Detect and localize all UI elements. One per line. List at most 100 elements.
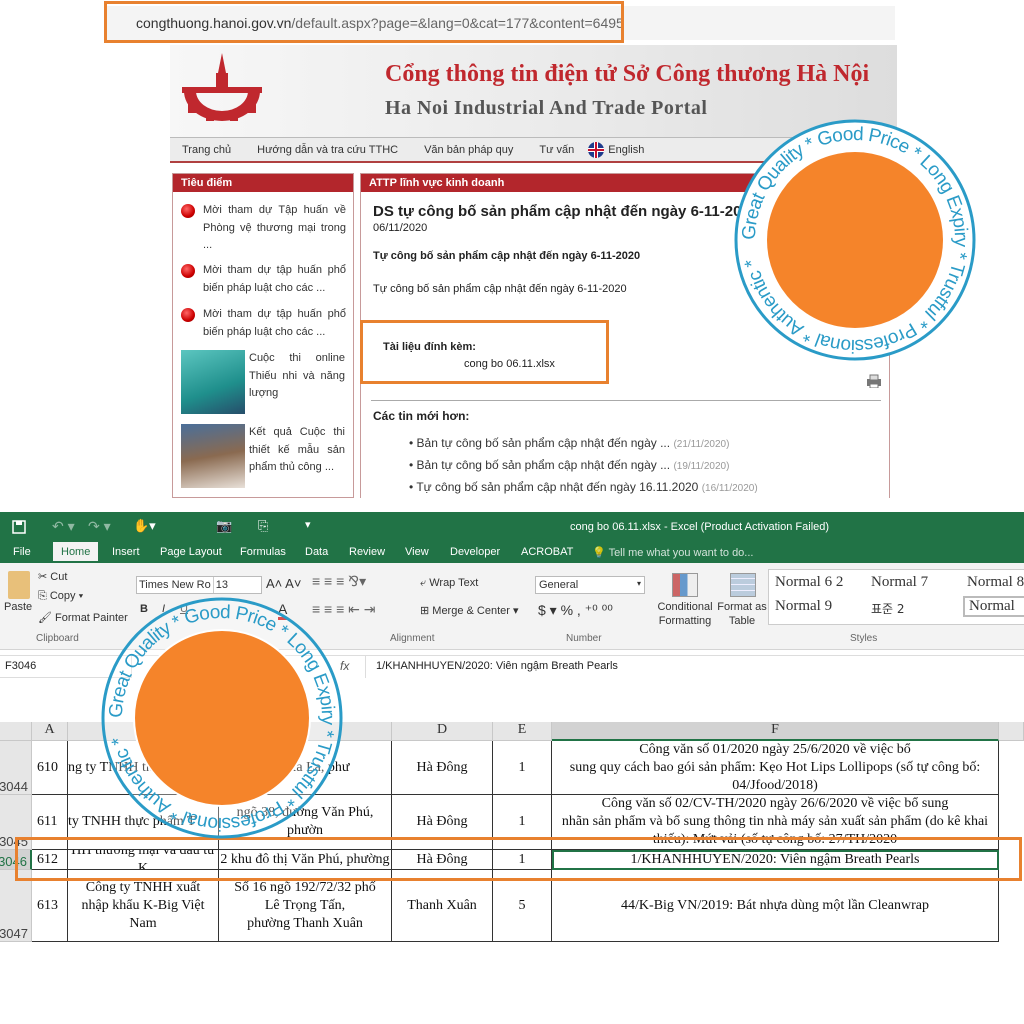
cell-e[interactable]: 5 <box>493 870 552 942</box>
cell-d[interactable]: Hà Đông <box>392 795 493 850</box>
style-item-selected[interactable]: Normal <box>963 596 1024 617</box>
cell-e[interactable]: 1 <box>493 795 552 850</box>
cell-d[interactable]: Thanh Xuân <box>392 870 493 942</box>
format-table-icon <box>730 573 756 597</box>
nav-consult[interactable]: Tư vấn <box>539 144 574 156</box>
cell-c[interactable]: 2 khu đô thị Văn Phú, phường <box>219 850 392 870</box>
newer-item[interactable]: • Bản tự công bố sản phẩm cập nhật đến n… <box>409 436 729 450</box>
align-top-icons[interactable]: ≡ ≡ ≡ ⅋▾ <box>312 573 366 590</box>
tab-insert[interactable]: Insert <box>112 546 140 558</box>
currency-percent-buttons[interactable]: $ ▾ % , ⁺⁰ ⁰⁰ <box>538 602 613 619</box>
number-format-select[interactable]: General ▾ <box>535 576 645 594</box>
undo-icon[interactable]: ↶ ▾ <box>52 518 75 535</box>
font-size-selector[interactable]: 13 <box>212 577 230 593</box>
cell-f[interactable]: Công văn số 01/2020 ngày 25/6/2020 về vi… <box>552 741 999 795</box>
tell-me[interactable]: 💡 Tell me what you want to do... <box>592 546 753 559</box>
cell-f[interactable]: Công văn số 02/CV-TH/2020 ngày 26/6/2020… <box>552 795 999 850</box>
paste-icon[interactable] <box>8 571 30 599</box>
cell-b[interactable]: Công ty TNHH xuất nhập khẩu K-Big Việt N… <box>68 870 219 942</box>
cell-a[interactable]: 611 <box>32 795 68 850</box>
select-all-corner[interactable] <box>0 722 32 741</box>
tab-file[interactable]: File <box>13 546 31 558</box>
conditional-formatting-button[interactable]: Conditional Formatting <box>655 600 715 628</box>
cell-a[interactable]: 610 <box>32 741 68 795</box>
newer-header: Các tin mới hơn: <box>373 409 470 423</box>
uk-flag-icon <box>588 141 605 158</box>
print-icon[interactable] <box>866 374 882 388</box>
tab-data[interactable]: Data <box>305 546 328 558</box>
column-header-f[interactable]: F <box>552 722 999 741</box>
clipboard-icon[interactable]: ⎘ <box>258 518 268 534</box>
style-item[interactable]: Normal 6 2 <box>775 574 843 591</box>
tab-acrobat[interactable]: ACROBAT <box>521 546 573 558</box>
column-header-d[interactable]: D <box>392 722 493 741</box>
cell-a[interactable]: 613 <box>32 870 68 942</box>
row-header[interactable]: 3047 <box>0 870 32 942</box>
cut-button[interactable]: ✂ Cut <box>38 570 67 583</box>
cell-e[interactable]: 1 <box>493 741 552 795</box>
tab-formulas[interactable]: Formulas <box>240 546 286 558</box>
format-as-table-button[interactable]: Format as Table <box>716 600 768 628</box>
sidebar-item[interactable]: Mời tham dự tập huấn phổ biến pháp luật … <box>181 262 346 297</box>
tab-view[interactable]: View <box>405 546 429 558</box>
address-bar[interactable]: congthuong.hanoi.gov.vn/default.aspx?pag… <box>105 6 895 40</box>
url-path: /default.aspx?page=&lang=0&cat=177&conte… <box>291 15 624 31</box>
number-group-label: Number <box>566 633 602 644</box>
style-item[interactable]: Normal 9 <box>775 598 832 615</box>
sidebar-item[interactable]: Mời tham dự tập huấn phổ biến pháp luật … <box>181 306 346 341</box>
row-header[interactable]: 3044 <box>0 741 32 795</box>
merge-center-button[interactable]: ⊞ Merge & Center ▾ <box>420 604 519 617</box>
bullet-icon <box>181 308 195 322</box>
nav-guide[interactable]: Hướng dẫn và tra cứu TTHC <box>257 144 398 156</box>
nav-home[interactable]: Trang chủ <box>182 144 231 156</box>
font-selector[interactable]: Times New Ro 13 <box>136 576 262 594</box>
styles-gallery: Normal 6 2 Normal 7 Normal 8 Normal 9 표준… <box>768 569 1024 625</box>
tab-developer[interactable]: Developer <box>450 546 500 558</box>
touch-mode-icon[interactable]: ✋▾ <box>133 518 156 534</box>
attachment-link[interactable]: cong bo 06.11.xlsx <box>464 358 555 370</box>
nav-english[interactable]: English <box>588 141 644 158</box>
style-item[interactable]: 표준 2 <box>871 600 905 617</box>
tab-review[interactable]: Review <box>349 546 385 558</box>
camera-icon[interactable]: 📷 <box>216 518 232 534</box>
paste-button[interactable]: Paste <box>4 601 32 613</box>
newer-item[interactable]: • Tự công bố sản phẩm cập nhật đến ngày … <box>409 480 758 494</box>
sidebar-item[interactable]: Mời tham dự Tập huấn về Phòng vệ thương … <box>181 202 346 255</box>
style-item[interactable]: Normal 7 <box>871 574 928 591</box>
customize-qat-icon[interactable]: ▾ <box>305 518 311 531</box>
cell-f[interactable]: 44/K-Big VN/2019: Bát nhựa dùng một lần … <box>552 870 999 942</box>
thumbnail-image[interactable] <box>181 350 245 414</box>
alignment-group-label: Alignment <box>390 633 435 644</box>
redo-icon[interactable]: ↷ ▾ <box>88 518 111 535</box>
copy-button[interactable]: ⎘ Copy ▾ <box>38 590 83 603</box>
cell-a[interactable]: 612 <box>32 850 68 870</box>
cell-f[interactable]: 1/KHANHHUYEN/2020: Viên ngậm Breath Pear… <box>552 850 999 870</box>
row-header[interactable]: 3046 <box>0 850 32 870</box>
column-header-e[interactable]: E <box>493 722 552 741</box>
attachment-label: Tài liệu đính kèm: <box>383 341 476 353</box>
tab-page-layout[interactable]: Page Layout <box>160 546 222 558</box>
wrap-text-button[interactable]: ⤶ Wrap Text <box>420 577 478 590</box>
newer-item[interactable]: • Bản tự công bố sản phẩm cập nhật đến n… <box>409 458 729 472</box>
column-header-a[interactable]: A <box>32 722 68 741</box>
styles-group-label: Styles <box>850 633 878 644</box>
cell-b[interactable]: HH thương mại và đầu tư K <box>68 850 219 870</box>
cell-e[interactable]: 1 <box>493 850 552 870</box>
tab-home[interactable]: Home <box>53 542 99 561</box>
column-header-g[interactable] <box>999 722 1024 741</box>
sidebar-item[interactable]: Kết quả Cuộc thi thiết kế mẫu sản phẩm t… <box>249 424 345 477</box>
row-header[interactable]: 3045 <box>0 795 32 850</box>
sidebar-item[interactable]: Cuộc thi online Thiếu nhi và năng lượng <box>249 350 345 403</box>
sidebar-header: Tiêu điểm <box>173 174 353 192</box>
sidebar-panel: Tiêu điểm Mời tham dự Tập huấn về Phòng … <box>172 173 354 498</box>
article-body: Tự công bố sản phẩm cập nhật đến ngày 6-… <box>373 283 627 295</box>
cell-c[interactable]: Số 16 ngõ 192/72/32 phố Lê Trọng Tấn, ph… <box>219 870 392 942</box>
cell-d[interactable]: Hà Đông <box>392 850 493 870</box>
thumbnail-image[interactable] <box>181 424 245 488</box>
save-icon[interactable] <box>12 520 26 534</box>
font-size-buttons[interactable]: A˄ A˅ <box>266 576 301 591</box>
cell-d[interactable]: Hà Đông <box>392 741 493 795</box>
nav-legal[interactable]: Văn bản pháp quy <box>424 144 513 156</box>
style-item[interactable]: Normal 8 <box>967 574 1024 591</box>
formula-input[interactable]: 1/KHANHHUYEN/2020: Viên ngậm Breath Pear… <box>365 656 1024 678</box>
